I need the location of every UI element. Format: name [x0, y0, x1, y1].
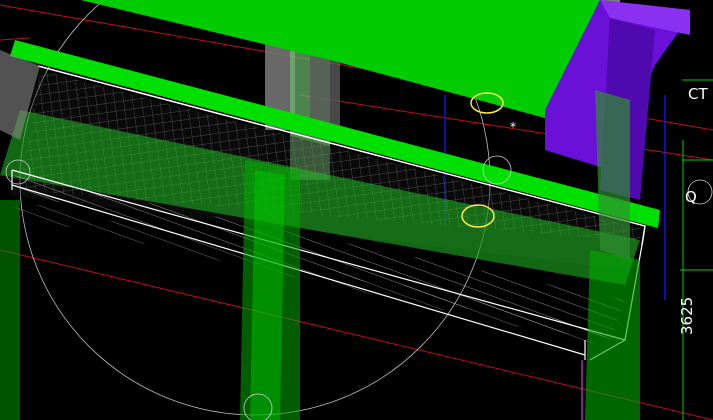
model-scene[interactable]: * CT Q 3625	[0, 0, 713, 420]
corner-label: CT	[688, 85, 708, 103]
dimension-annotations: CT Q 3625	[678, 79, 713, 420]
dimension-text: 3625	[678, 297, 696, 335]
cad-3d-viewport[interactable]: * CT Q 3625	[0, 0, 713, 420]
svg-text:*: *	[510, 120, 516, 134]
q-label: Q	[685, 188, 697, 206]
